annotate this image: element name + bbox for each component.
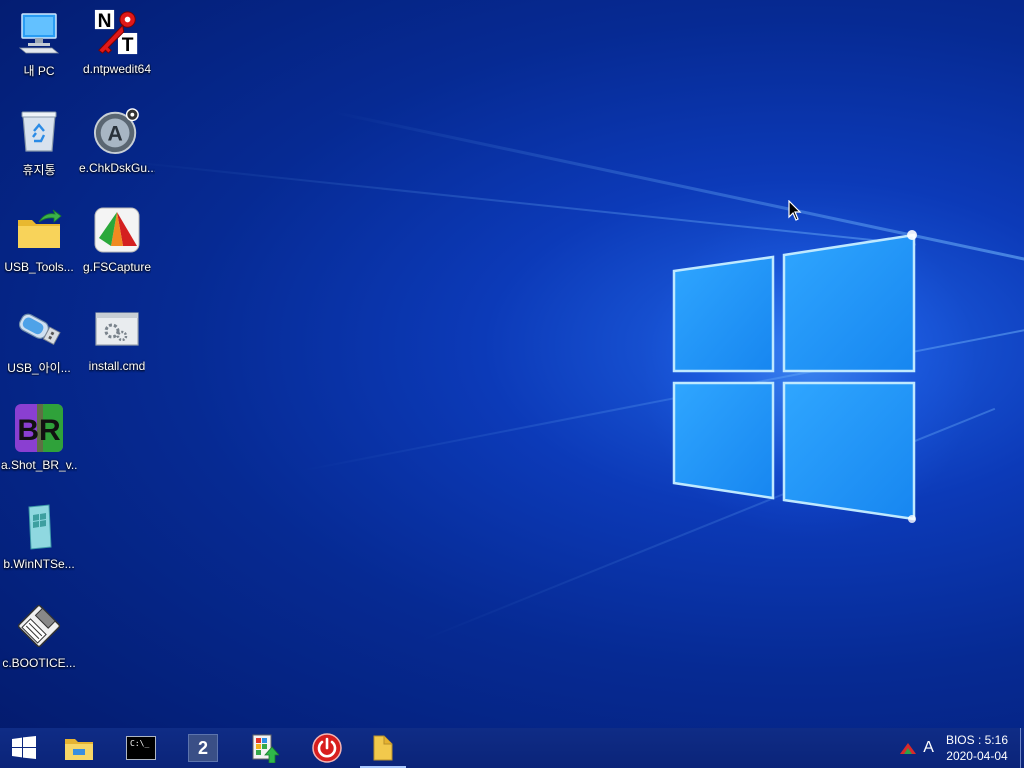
app-2-label: 2 <box>197 737 208 758</box>
windows-logo-graphic <box>672 230 917 523</box>
windows-logo-icon <box>12 736 36 759</box>
desktop-icon-label: b.WinNTSe... <box>3 557 75 571</box>
chkdsk-icon: A <box>93 107 141 155</box>
desktop-icon-label: g.FSCapture <box>82 260 152 274</box>
show-desktop-button[interactable] <box>1020 728 1024 768</box>
desktop-icon-chkdskgui[interactable]: A e.ChkDskGu... <box>79 103 155 193</box>
ntpwedit-icon: N T <box>93 8 141 56</box>
desktop-icon-usb-tools[interactable]: USB_Tools... <box>1 202 77 292</box>
clock-time: BIOS : 5:16 <box>945 733 1008 747</box>
clock-date: 2020-04-04 <box>946 749 1008 763</box>
desktop-icon-usb-icon[interactable]: USB_아이... <box>1 301 77 391</box>
folder-button[interactable] <box>358 728 408 768</box>
br-app-icon: BR <box>15 404 63 452</box>
recycle-bin-icon <box>15 107 63 155</box>
folder-icon <box>373 735 393 761</box>
svg-text:T: T <box>122 35 134 56</box>
desktop-icon-install-cmd[interactable]: install.cmd <box>79 301 155 391</box>
svg-text:A: A <box>107 123 122 146</box>
desktop-icon-label: c.BOOTICE... <box>2 656 76 670</box>
desktop-icon-label: USB_아이... <box>7 361 71 375</box>
command-prompt-text: C:\_ <box>130 739 150 748</box>
file-explorer-icon <box>65 739 93 760</box>
power-icon <box>312 733 342 763</box>
cmd-script-icon <box>93 305 141 353</box>
file-explorer-button[interactable] <box>48 728 110 768</box>
desktop-icon-bootice[interactable]: c.BOOTICE... <box>1 598 77 688</box>
svg-text:N: N <box>98 11 112 32</box>
usb-drive-icon <box>15 305 63 353</box>
desktop-icon-shot-br[interactable]: BR a.Shot_BR_v... <box>1 400 77 490</box>
computer-icon <box>15 8 63 56</box>
clock[interactable]: BIOS : 5:16 2020-04-04 <box>946 732 1008 764</box>
desktop-icon-winntsetup[interactable]: b.WinNTSe... <box>1 499 77 589</box>
desktop-icon-label: e.ChkDskGu... <box>79 161 155 175</box>
command-prompt-button[interactable]: C:\_ <box>110 728 172 768</box>
system-tray: A BIOS : 5:16 2020-04-04 <box>899 728 1024 768</box>
number-2-icon: 2 <box>188 734 218 762</box>
input-method-indicator[interactable]: A <box>923 739 934 757</box>
mouse-pointer-icon <box>788 200 802 221</box>
desktop-icon-label: a.Shot_BR_v... <box>1 458 77 472</box>
fscapture-icon <box>93 206 141 254</box>
svg-text:BR: BR <box>17 414 61 447</box>
desktop-icon-fscapture[interactable]: g.FSCapture <box>79 202 155 292</box>
launcher-icon <box>252 734 279 763</box>
desktop-icon-my-pc[interactable]: 내 PC <box>1 4 77 94</box>
start-button[interactable] <box>0 728 48 768</box>
desktop-icon-recycle-bin[interactable]: 휴지통 <box>1 103 77 193</box>
command-prompt-icon: C:\_ <box>126 736 156 760</box>
desktop-icon-label: 내 PC <box>23 64 55 78</box>
desktop-icon-label: install.cmd <box>88 359 146 373</box>
power-button[interactable] <box>296 728 358 768</box>
desktop-icon-label: d.ntpwedit64 <box>82 62 152 76</box>
desktop-icon-label: 휴지통 <box>22 163 56 177</box>
desktop-icon-label: USB_Tools... <box>4 260 74 274</box>
bootice-icon <box>15 602 63 650</box>
app-2-button[interactable]: 2 <box>172 728 234 768</box>
desktop-icon-ntpwedit[interactable]: N T d.ntpwedit64 <box>79 4 155 94</box>
taskbar: C:\_ 2 A BIOS: 5:16 2020-04-04 <box>0 728 1024 768</box>
network-tray-icon[interactable] <box>899 741 917 755</box>
folder-icon <box>15 206 63 254</box>
program-launcher-button[interactable] <box>234 728 296 768</box>
winntsetup-icon <box>15 503 63 551</box>
